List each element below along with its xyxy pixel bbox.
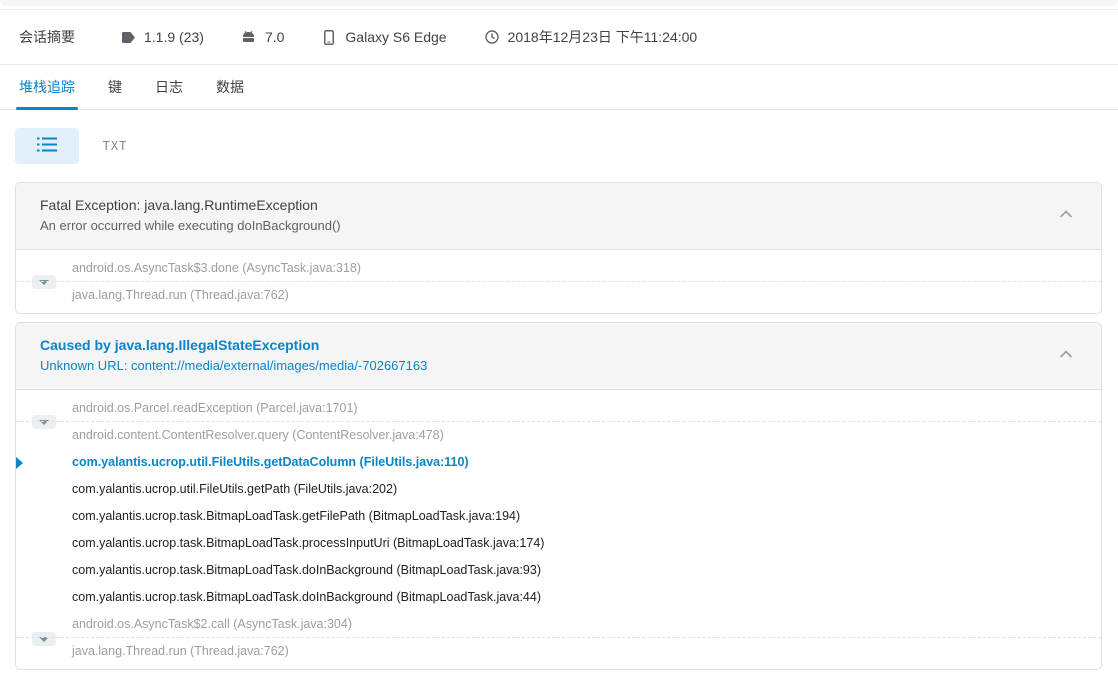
view-toggle: TXT [0, 110, 1118, 182]
stack-frame[interactable]: android.os.AsyncTask$2.call (AsyncTask.j… [16, 611, 1101, 638]
exception-title: Fatal Exception: java.lang.RuntimeExcept… [40, 197, 318, 213]
session-time: 2018年12月23日 下午11:24:00 [484, 27, 698, 47]
stack-frame[interactable]: android.os.AsyncTask$3.done (AsyncTask.j… [16, 255, 1101, 282]
tag-icon [121, 30, 135, 44]
stack-frame[interactable]: java.lang.Thread.run (Thread.java:762) [16, 282, 1101, 309]
exception-message: Unknown URL: content://media/external/im… [40, 358, 428, 373]
detail-tabs: 堆栈追踪 键 日志 数据 [0, 65, 1118, 110]
os-version-value: 7.0 [264, 29, 285, 45]
android-icon [242, 30, 256, 44]
stack-frame[interactable]: com.yalantis.ucrop.task.BitmapLoadTask.d… [16, 584, 1101, 611]
chevron-up-icon[interactable] [1059, 349, 1073, 359]
tab-stack-trace[interactable]: 堆栈追踪 [16, 77, 78, 110]
stack-frame-text: com.yalantis.ucrop.util.FileUtils.getDat… [72, 455, 469, 469]
exception-card-fatal: Fatal Exception: java.lang.RuntimeExcept… [15, 182, 1102, 314]
session-time-value: 2018年12月23日 下午11:24:00 [507, 29, 698, 45]
exception-title: Caused by java.lang.IllegalStateExceptio… [40, 337, 320, 353]
top-edge [0, 0, 1118, 10]
tab-data[interactable]: 数据 [213, 77, 247, 109]
list-view-button[interactable] [15, 128, 79, 164]
phone-icon [322, 29, 336, 45]
stack-frame[interactable]: com.yalantis.ucrop.task.BitmapLoadTask.g… [16, 503, 1101, 530]
app-version: 1.1.9 (23) [121, 29, 204, 45]
session-summary-title: 会话摘要 [19, 29, 75, 45]
device-model: Galaxy S6 Edge [322, 29, 447, 45]
exception-card-caused-by: Caused by java.lang.IllegalStateExceptio… [15, 322, 1102, 670]
current-frame-marker [16, 457, 23, 469]
list-icon [37, 137, 57, 155]
stack-frame[interactable]: android.content.ContentResolver.query (C… [16, 422, 1101, 449]
os-version: 7.0 [242, 29, 284, 45]
app-version-value: 1.1.9 (23) [144, 29, 204, 45]
stack-frame[interactable]: java.lang.Thread.run (Thread.java:762) [16, 638, 1101, 665]
stack-frame[interactable]: com.yalantis.ucrop.task.BitmapLoadTask.d… [16, 557, 1101, 584]
stack-frames: android.os.Parcel.readException (Parcel.… [16, 390, 1101, 669]
stack-frames: android.os.AsyncTask$3.done (AsyncTask.j… [16, 250, 1101, 313]
exception-header[interactable]: Fatal Exception: java.lang.RuntimeExcept… [16, 183, 1101, 250]
tab-keys[interactable]: 键 [105, 77, 125, 109]
chevron-up-icon[interactable] [1059, 209, 1073, 219]
stack-frame[interactable]: com.yalantis.ucrop.task.BitmapLoadTask.p… [16, 530, 1101, 557]
stack-frame[interactable]: android.os.Parcel.readException (Parcel.… [16, 395, 1101, 422]
txt-view-button[interactable]: TXT [83, 128, 147, 164]
exception-header[interactable]: Caused by java.lang.IllegalStateExceptio… [16, 323, 1101, 390]
device-model-value: Galaxy S6 Edge [345, 29, 447, 45]
stack-frame[interactable]: com.yalantis.ucrop.util.FileUtils.getPat… [16, 476, 1101, 503]
stack-frame-highlighted[interactable]: com.yalantis.ucrop.util.FileUtils.getDat… [16, 449, 1101, 476]
tab-logs[interactable]: 日志 [152, 77, 186, 109]
exception-message: An error occurred while executing doInBa… [40, 218, 341, 233]
clock-icon [484, 30, 499, 44]
session-summary-bar: 会话摘要 1.1.9 (23) 7.0 Galaxy S6 Edge 2018年… [0, 10, 1118, 65]
